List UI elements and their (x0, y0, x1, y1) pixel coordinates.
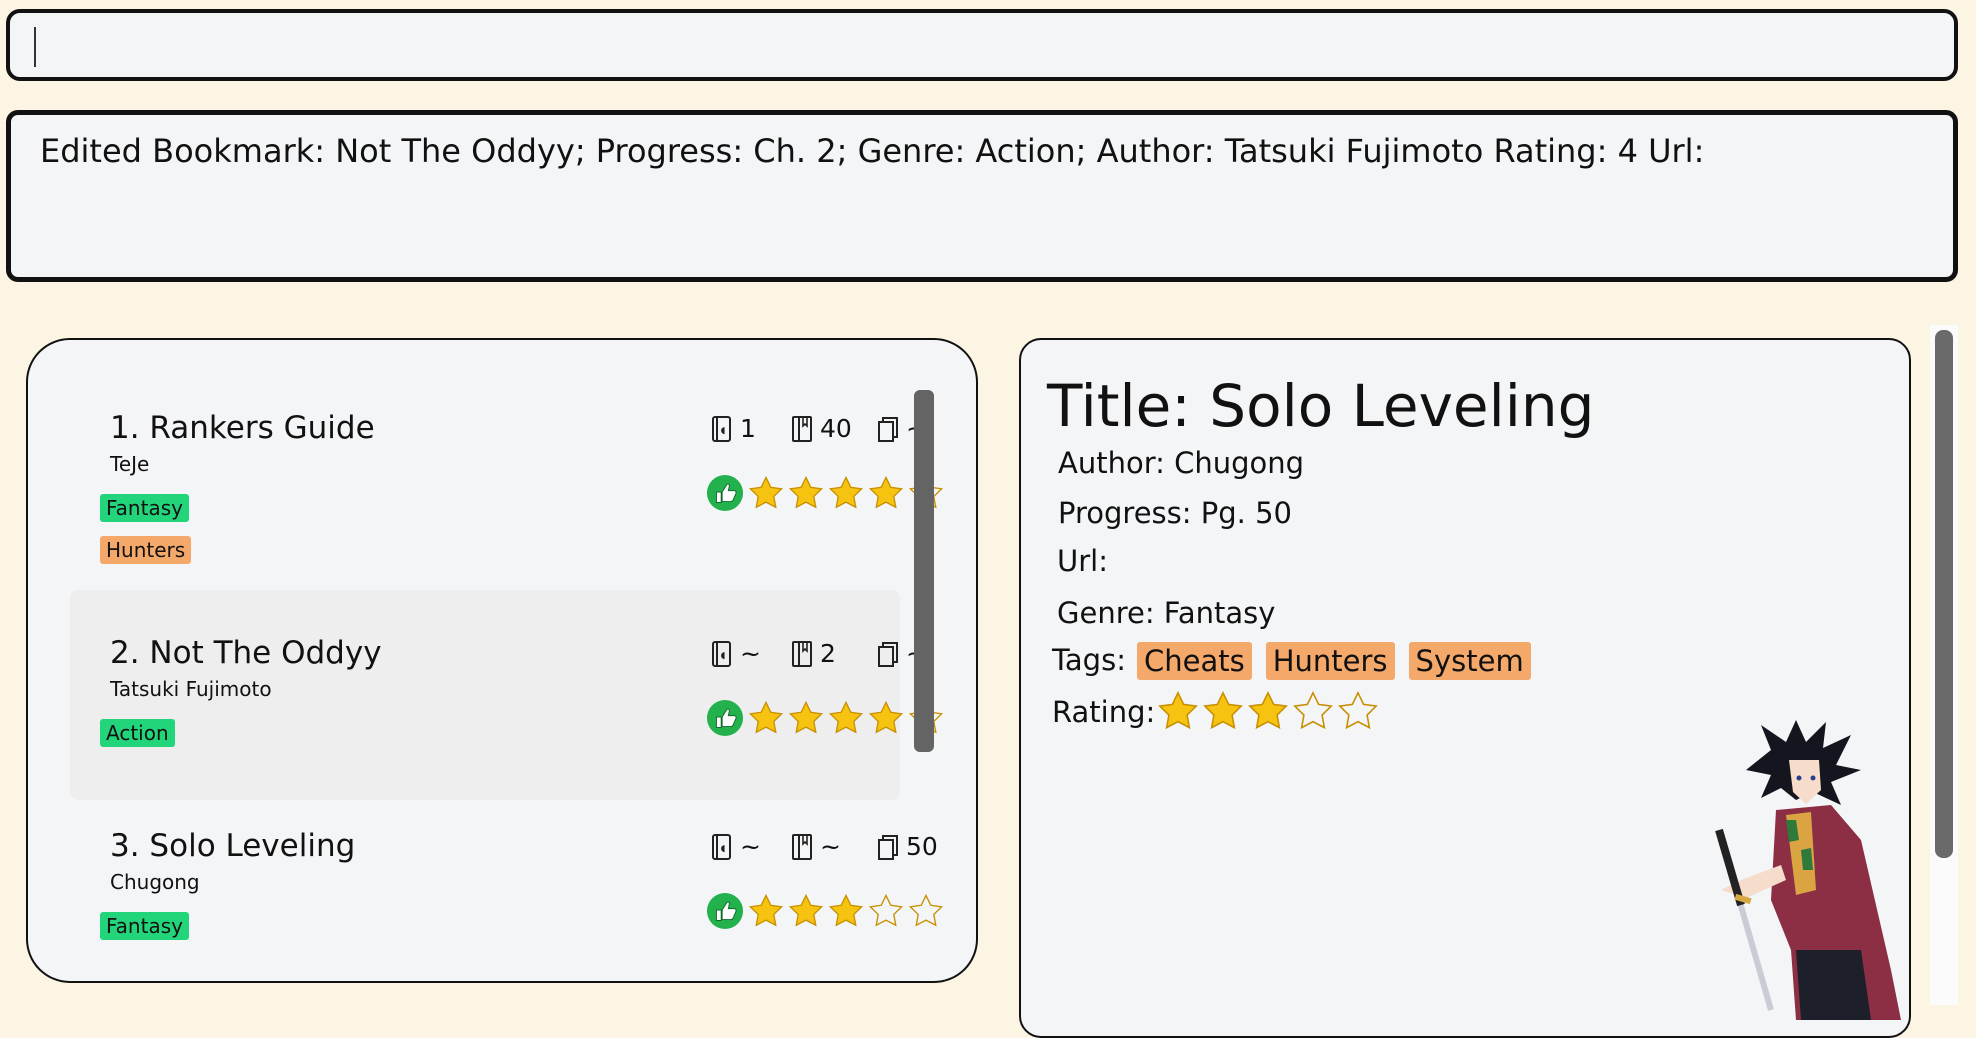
detail-tags-label: Tags: (1052, 643, 1126, 677)
rating-row (706, 474, 948, 512)
page-stat: 50 (876, 832, 938, 861)
detail-url: Url: (1057, 544, 1108, 578)
result-display: Edited Bookmark: Not The Oddyy; Progress… (6, 110, 1958, 282)
thumbs-up-icon (706, 474, 744, 512)
star-filled-icon (1203, 690, 1243, 730)
tag-badge: Hunters (100, 536, 192, 564)
genre-tag: Fantasy (100, 494, 189, 522)
star-filled-icon (828, 700, 864, 734)
pages-icon (878, 834, 898, 860)
bookmark-detail-panel: Title: Solo Leveling Author: Chugong Pro… (1019, 338, 1911, 1038)
volume-value: ~ (740, 832, 761, 861)
detail-tag: System (1408, 642, 1531, 680)
genre-tag: Fantasy (100, 912, 189, 940)
pages-icon (878, 416, 898, 442)
star-filled-icon (748, 475, 784, 509)
star-filled-icon (748, 893, 784, 927)
detail-progress: Progress: Pg. 50 (1058, 496, 1292, 530)
chapter-stat: 40 (790, 414, 852, 443)
star-filled-icon (868, 475, 904, 509)
page-value: 50 (906, 832, 938, 861)
detail-rating-stars (1157, 690, 1382, 732)
detail-scrollbar-thumb[interactable] (1935, 330, 1953, 858)
star-empty-icon (1293, 690, 1333, 730)
thumbs-up-icon (706, 892, 744, 930)
star-filled-icon (1248, 690, 1288, 730)
star-filled-icon (788, 475, 824, 509)
bookmark-title: 1. Rankers Guide (110, 410, 375, 446)
star-empty-icon (1338, 690, 1378, 730)
svg-text:◖: ◖ (721, 651, 726, 661)
detail-tag: Hunters (1265, 642, 1395, 680)
chapter-book-icon (792, 833, 812, 860)
detail-genre: Genre: Fantasy (1057, 596, 1276, 630)
star-filled-icon (788, 893, 824, 927)
chapter-stat: ~ (790, 832, 841, 861)
pages-icon (878, 641, 898, 667)
detail-rating-label: Rating: (1052, 695, 1156, 729)
detail-title: Title: Solo Leveling (1047, 372, 1595, 440)
detail-tags: Cheats Hunters System (1137, 642, 1545, 680)
volume-stat: ◖ 1 (710, 414, 756, 443)
list-scrollbar-thumb[interactable] (914, 390, 934, 752)
chapter-book-icon (792, 640, 812, 667)
bookmark-author: Tatsuki Fujimoto (110, 677, 272, 701)
star-filled-icon (868, 700, 904, 734)
bookmark-card[interactable]: 1. Rankers Guide TeJe Fantasy Hunters ◖ … (70, 340, 944, 587)
svg-text:◖: ◖ (721, 844, 726, 854)
text-caret (34, 27, 36, 67)
chapter-value: 40 (820, 414, 852, 443)
result-text: Edited Bookmark: Not The Oddyy; Progress… (40, 132, 1705, 170)
bookmark-author: TeJe (110, 452, 150, 476)
star-filled-icon (828, 893, 864, 927)
bookmark-card-selected[interactable]: 2. Not The Oddyy Tatsuki Fujimoto Action… (70, 590, 944, 800)
rating-row (706, 892, 948, 930)
rating-row (706, 699, 948, 737)
star-filled-icon (1158, 690, 1198, 730)
star-filled-icon (748, 700, 784, 734)
bookmark-title: 3. Solo Leveling (110, 828, 356, 864)
star-filled-icon (788, 700, 824, 734)
volume-stat: ◖ ~ (710, 639, 761, 668)
volume-stat: ◖ ~ (710, 832, 761, 861)
bookmark-list-panel[interactable]: 1. Rankers Guide TeJe Fantasy Hunters ◖ … (26, 338, 978, 983)
detail-tag: Cheats (1137, 642, 1252, 680)
chapter-stat: 2 (790, 639, 836, 668)
volume-book-icon: ◖ (712, 415, 731, 442)
chapter-book-icon (792, 415, 812, 442)
volume-value: 1 (740, 414, 756, 443)
volume-value: ~ (740, 639, 761, 668)
star-empty-icon (908, 893, 944, 927)
genre-tag: Action (100, 719, 175, 747)
volume-book-icon: ◖ (712, 640, 731, 667)
bookmark-author: Chugong (110, 870, 200, 894)
svg-text:◖: ◖ (721, 426, 726, 436)
bookmark-card[interactable]: 3. Solo Leveling Chugong Fantasy ◖ ~ ~ 5… (70, 802, 944, 981)
command-input[interactable] (6, 9, 1958, 81)
star-filled-icon (828, 475, 864, 509)
volume-book-icon: ◖ (712, 833, 731, 860)
chapter-value: ~ (820, 832, 841, 861)
chapter-value: 2 (820, 639, 836, 668)
bookmark-title: 2. Not The Oddyy (110, 635, 382, 671)
detail-author: Author: Chugong (1058, 446, 1305, 480)
thumbs-up-icon (706, 699, 744, 737)
star-empty-icon (868, 893, 904, 927)
anime-character-illustration (1715, 720, 1901, 1020)
